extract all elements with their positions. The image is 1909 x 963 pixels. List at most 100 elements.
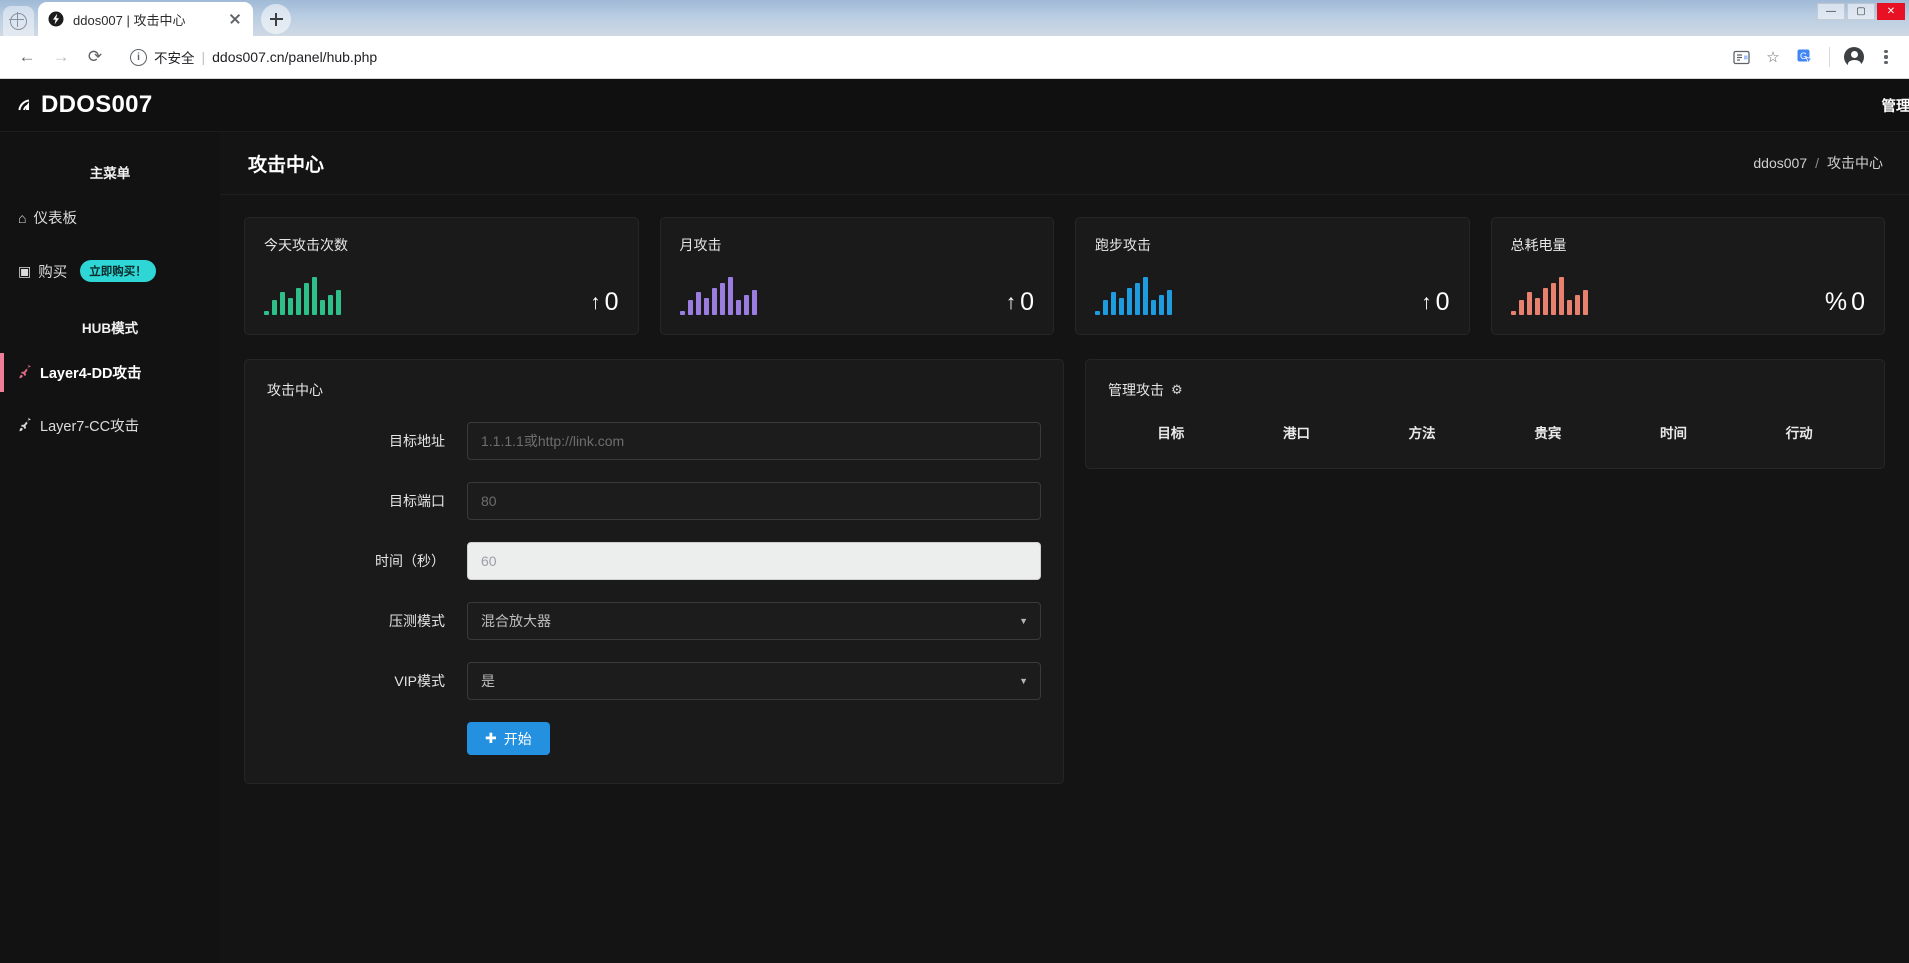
svg-text:G: G xyxy=(1800,51,1807,61)
rocket-icon xyxy=(18,364,33,381)
omnibox-separator: | xyxy=(201,49,206,65)
arrow-up-icon: ↑ xyxy=(1005,291,1017,314)
manage-attacks-title: 管理攻击 ⚙ xyxy=(1108,380,1862,400)
back-icon[interactable]: ← xyxy=(12,42,42,72)
gear-icon[interactable]: ⚙ xyxy=(1171,382,1183,398)
sparkline-chart xyxy=(1095,275,1172,315)
tab-close-icon[interactable] xyxy=(226,10,244,28)
sparkline-bar xyxy=(288,298,293,315)
site-info-icon[interactable]: i xyxy=(130,48,147,66)
sparkline-bar xyxy=(304,283,309,315)
chrome-menu-icon[interactable] xyxy=(1875,46,1897,68)
sparkline-bar xyxy=(679,311,685,315)
maximize-button[interactable]: ▢ xyxy=(1847,3,1875,20)
sparkline-bar xyxy=(703,298,709,315)
browser-tab[interactable]: ddos007 | 攻击中心 xyxy=(38,2,253,36)
sparkline-bar xyxy=(312,277,317,315)
column-header-action: 行动 xyxy=(1785,426,1813,441)
sparkline-bar xyxy=(1111,292,1116,315)
translate-icon[interactable]: G xyxy=(1794,46,1816,68)
vip-mode-select[interactable]: 是 ▼ xyxy=(467,662,1041,700)
admin-label[interactable]: 管理员 xyxy=(1882,95,1909,116)
sparkline-bar xyxy=(1127,288,1132,315)
sparkline-bar xyxy=(1550,283,1556,315)
bookmark-star-icon[interactable]: ☆ xyxy=(1762,46,1784,68)
app-body: 主菜单 ⌂ 仪表板 ▣ 购买 立即购买！ HUB模式 Layer4-DD攻击 L… xyxy=(0,132,1909,963)
attack-mode-select[interactable]: 混合放大器 ▼ xyxy=(467,602,1041,640)
tab-strip: ddos007 | 攻击中心 — ▢ ✕ xyxy=(0,0,1909,36)
browser-window: ddos007 | 攻击中心 — ▢ ✕ ← → ⟳ i 不安全 | ddos0… xyxy=(0,0,1909,963)
arrow-up-icon: ↑ xyxy=(1421,291,1432,314)
attack-form-panel: 攻击中心 目标地址 目标端口 xyxy=(244,359,1064,784)
target-address-input[interactable] xyxy=(467,422,1041,460)
sidebar-main-menu-title: 主菜单 xyxy=(89,166,131,181)
sparkline-bar xyxy=(336,290,341,315)
sidebar-item-purchase[interactable]: ▣ 购买 立即购买！ xyxy=(0,251,220,291)
forward-icon[interactable]: → xyxy=(46,42,76,72)
page-title: 攻击中心 xyxy=(248,154,325,176)
sidebar-item-label: 仪表板 xyxy=(33,211,77,227)
sparkline-bar xyxy=(719,283,725,315)
field-row-attack-mode: 压测模式 混合放大器 ▼ xyxy=(267,602,1041,640)
app-topbar: DDOS007 管理员 xyxy=(0,79,1909,132)
target-port-input[interactable] xyxy=(467,482,1041,520)
select-value: 是 xyxy=(481,673,495,689)
chevron-down-icon: ▼ xyxy=(1019,676,1028,686)
sidebar: 主菜单 ⌂ 仪表板 ▣ 购买 立即购买！ HUB模式 Layer4-DD攻击 L… xyxy=(0,132,220,963)
field-label: 目标端口 xyxy=(389,493,445,509)
manage-attacks-panel: 管理攻击 ⚙ 目标 港口 方法 贵宾 时间 行动 xyxy=(1085,359,1885,469)
manage-attacks-label: 管理攻击 xyxy=(1108,382,1164,398)
column-header-method: 方法 xyxy=(1408,426,1436,441)
sparkline-chart xyxy=(679,275,757,315)
sidebar-item-label: Layer7-CC攻击 xyxy=(40,419,140,435)
security-status-label: 不安全 xyxy=(154,51,195,66)
stat-card-running-attacks: 跑步攻击 ↑ 0 xyxy=(1075,217,1470,335)
stat-card-value: 0 xyxy=(1020,288,1034,316)
duration-seconds-input[interactable] xyxy=(467,542,1041,580)
buy-now-badge[interactable]: 立即购买！ xyxy=(80,260,156,282)
sidebar-item-label: 购买 xyxy=(38,264,68,281)
rocket-icon xyxy=(18,417,33,434)
sidebar-item-layer4[interactable]: Layer4-DD攻击 xyxy=(0,353,220,392)
app-root: DDOS007 管理员 主菜单 ⌂ 仪表板 ▣ 购买 立即购买！ xyxy=(0,79,1909,963)
sparkline-bar xyxy=(1103,300,1108,315)
topbar-right: 管理员 xyxy=(1882,95,1909,116)
breadcrumb-root[interactable]: ddos007 xyxy=(1753,155,1807,171)
reading-mode-icon[interactable] xyxy=(1730,46,1752,68)
plus-icon: ✚ xyxy=(485,730,497,746)
field-row-vip-mode: VIP模式 是 ▼ xyxy=(267,662,1041,700)
breadcrumb-separator: / xyxy=(1815,155,1819,171)
stat-card-value-group: ↑ 0 xyxy=(1421,290,1449,315)
column-header-time: 时间 xyxy=(1660,426,1688,441)
sparkline-bar xyxy=(280,292,285,315)
sparkline-bar xyxy=(1159,295,1164,315)
sparkline-chart xyxy=(1510,275,1588,315)
address-bar-url: ddos007.cn/panel/hub.php xyxy=(212,49,378,65)
sparkline-bar xyxy=(1582,290,1588,315)
close-window-button[interactable]: ✕ xyxy=(1877,3,1905,20)
stat-card-row: 今天攻击次数 ↑ 0 月攻击 ↑ 0 跑步攻击 ↑ 0 总耗电量 % 0 xyxy=(220,195,1909,335)
page-header: 攻击中心 ddos007 / 攻击中心 xyxy=(220,132,1909,195)
sidebar-item-layer7[interactable]: Layer7-CC攻击 xyxy=(0,406,220,445)
attack-form-title: 攻击中心 xyxy=(267,382,323,398)
sparkline-bar xyxy=(272,300,277,315)
sidebar-hub-title: HUB模式 xyxy=(81,321,139,336)
reload-icon[interactable]: ⟳ xyxy=(80,42,110,72)
submit-row: ✚ 开始 xyxy=(267,722,1041,755)
address-bar[interactable]: i 不安全 | ddos007.cn/panel/hub.php xyxy=(120,43,1714,71)
field-label: 时间（秒） xyxy=(375,553,445,569)
column-header-port: 港口 xyxy=(1283,426,1310,441)
profile-avatar-icon[interactable] xyxy=(1843,46,1865,68)
stat-card-value-group: ↑ 0 xyxy=(1006,290,1034,315)
arrow-up-icon: ↑ xyxy=(590,291,601,314)
sidebar-item-dashboard[interactable]: ⌂ 仪表板 xyxy=(0,198,220,237)
stat-card-label: 总耗电量 xyxy=(1510,237,1567,253)
new-tab-button[interactable] xyxy=(261,4,291,34)
tab-title: ddos007 | 攻击中心 xyxy=(73,12,186,28)
start-attack-button[interactable]: ✚ 开始 xyxy=(467,722,550,755)
sparkline-bar xyxy=(687,300,693,315)
brand[interactable]: DDOS007 xyxy=(0,91,220,119)
stat-card-value: 0 xyxy=(1435,288,1450,316)
sparkline-bar xyxy=(1167,290,1172,315)
minimize-button[interactable]: — xyxy=(1817,3,1845,20)
